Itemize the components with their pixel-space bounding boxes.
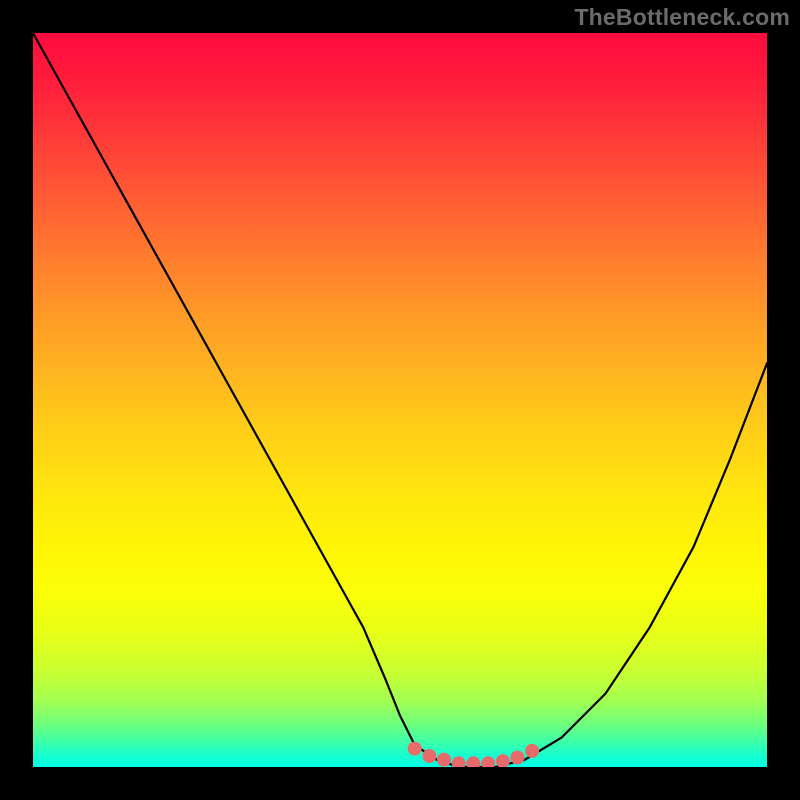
curve-marker: [525, 744, 539, 758]
plot-area: [33, 33, 767, 767]
curve-marker: [496, 754, 510, 767]
bottleneck-curve: [33, 33, 767, 767]
curve-marker: [422, 749, 436, 763]
curve-marker: [452, 756, 466, 767]
curve-marker: [510, 751, 524, 765]
chart-svg: [33, 33, 767, 767]
curve-marker: [408, 742, 422, 756]
curve-layer: [33, 33, 767, 767]
curve-marker: [466, 756, 480, 767]
marker-layer: [408, 742, 539, 767]
chart-frame: TheBottleneck.com: [0, 0, 800, 800]
curve-marker: [437, 753, 451, 767]
watermark-text: TheBottleneck.com: [574, 4, 790, 31]
curve-marker: [481, 756, 495, 767]
